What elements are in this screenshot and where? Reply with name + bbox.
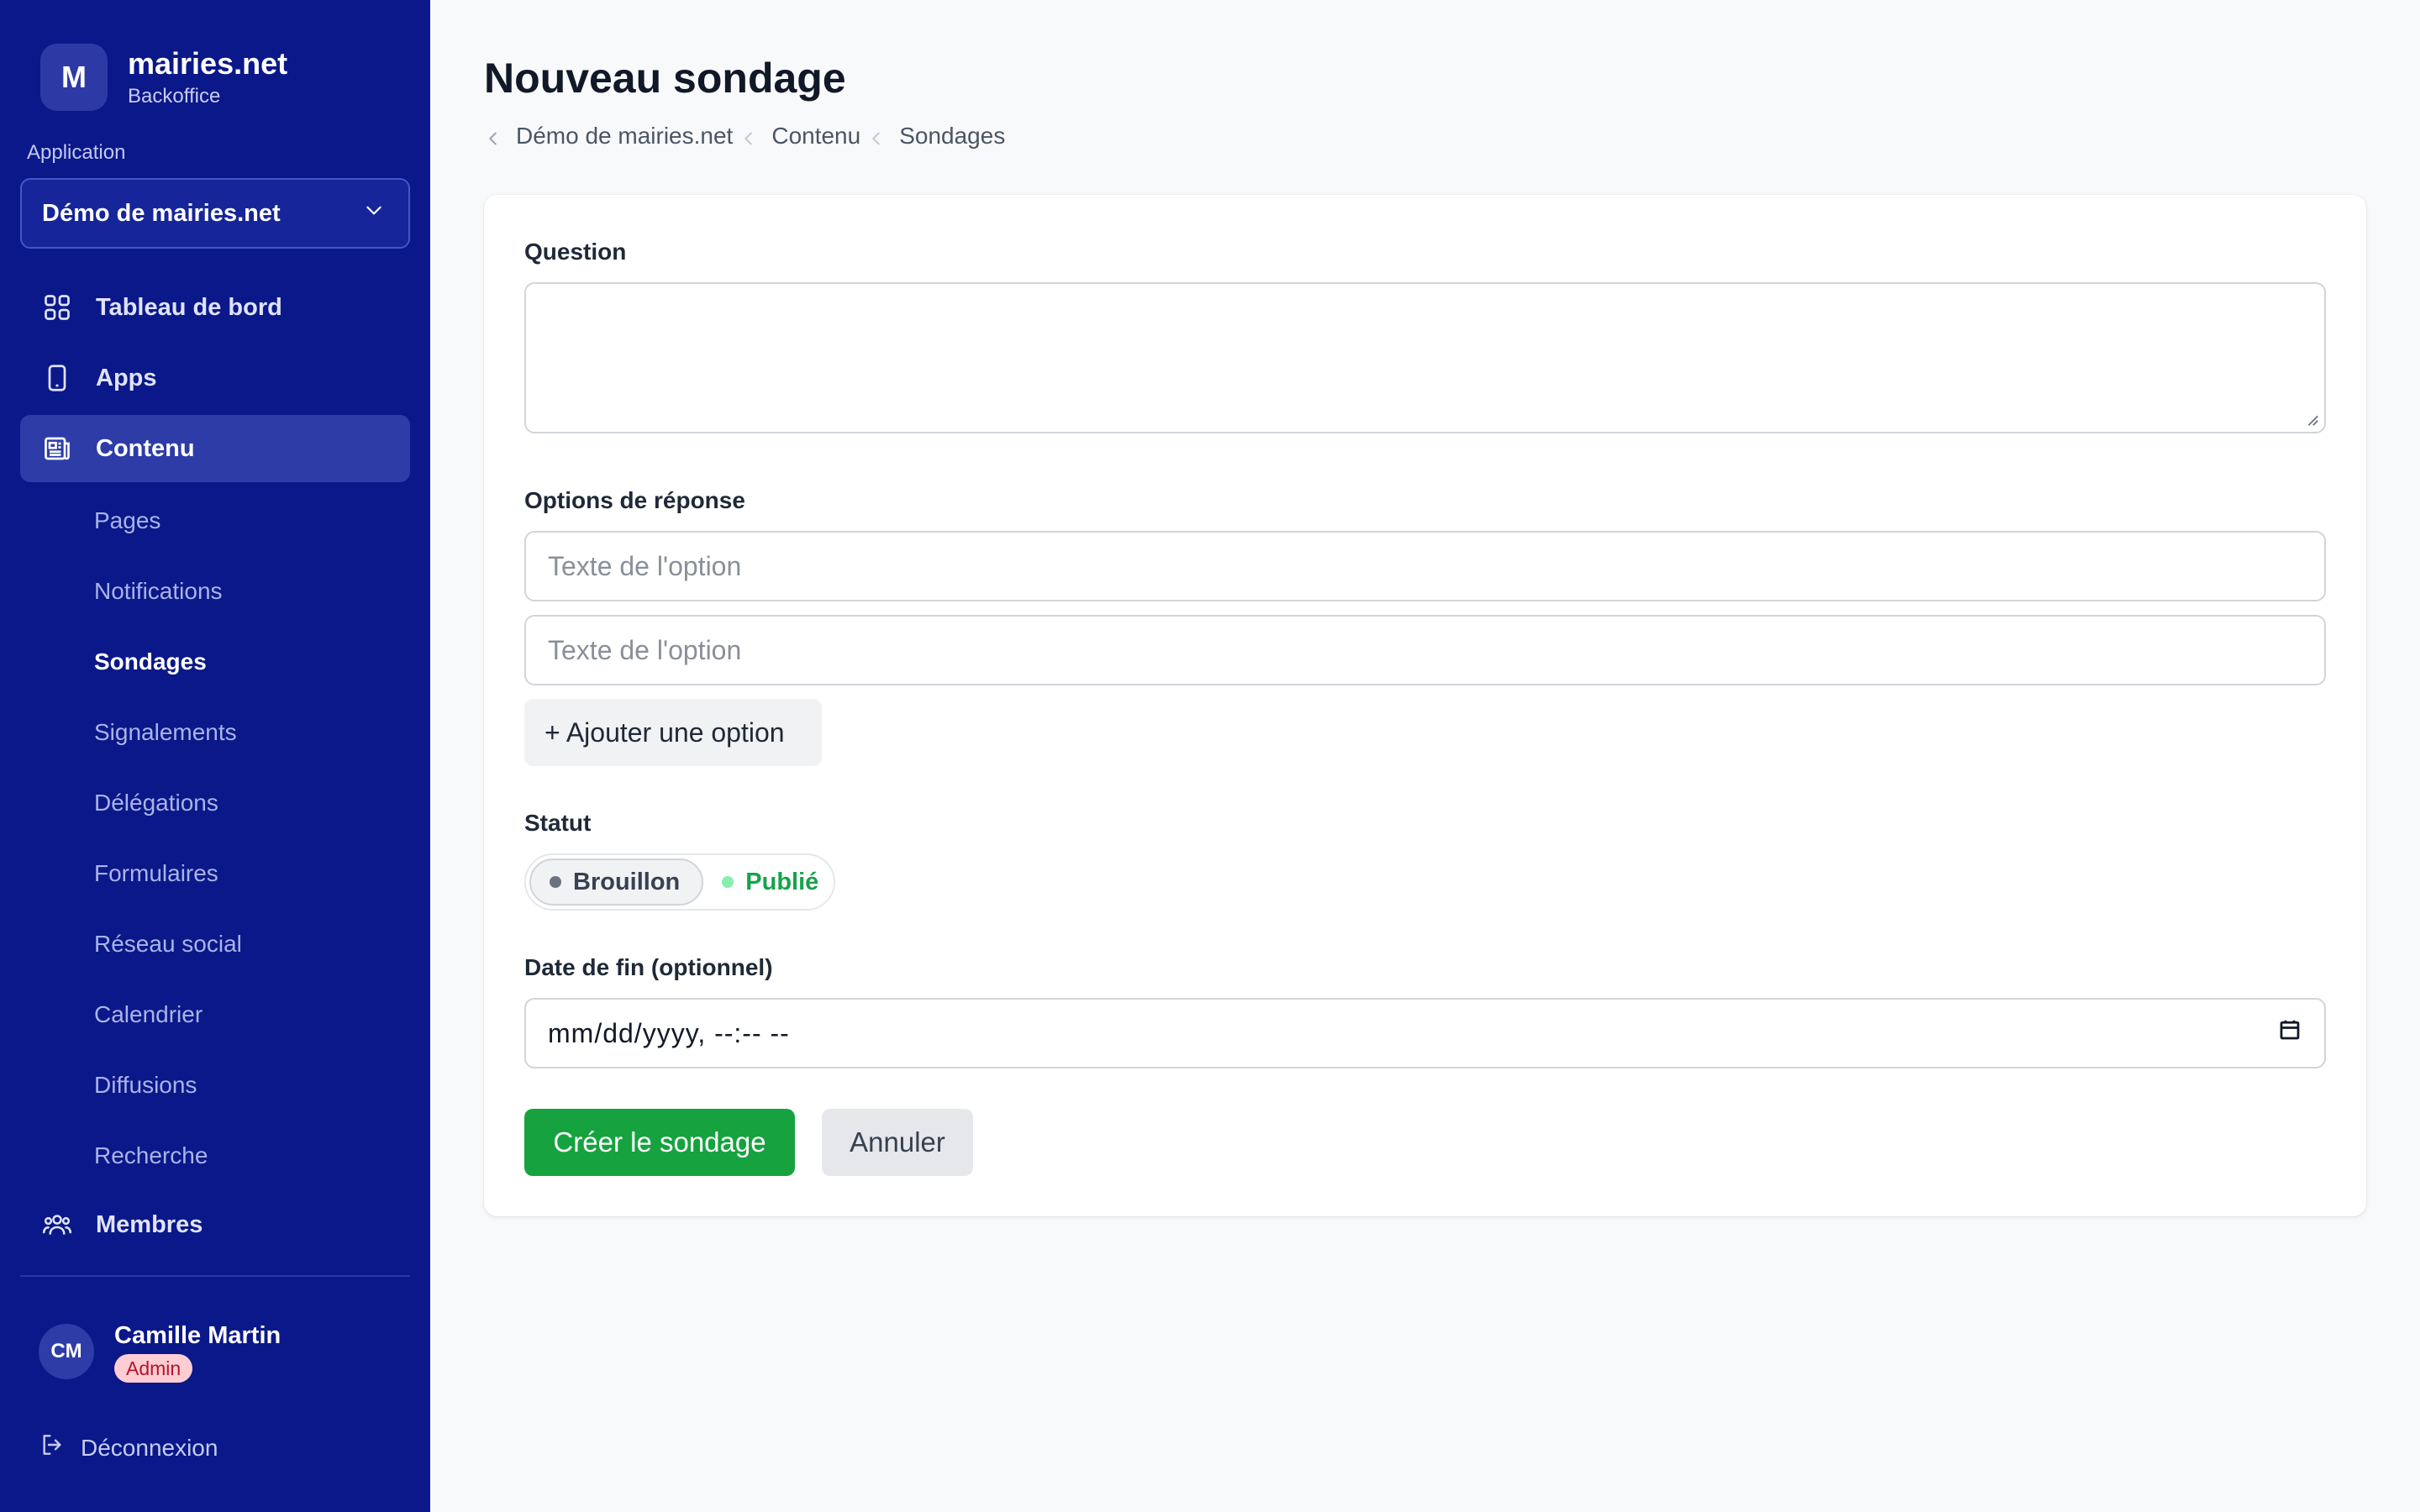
poll-form-card: Question Options de réponse Texte de l'o… [484, 195, 2366, 1216]
question-textarea[interactable] [524, 282, 2326, 433]
page-title: Nouveau sondage [484, 55, 846, 102]
sidebar-subitem-delegations[interactable]: Délégations [20, 768, 410, 838]
status-dot-icon [550, 876, 561, 888]
smartphone-icon [42, 363, 72, 393]
breadcrumb: Démo de mairies.net Contenu Sondages [484, 123, 1005, 150]
chevron-left-icon [867, 127, 886, 145]
chevron-left-icon [739, 127, 758, 145]
sidebar-subitem-broadcasts[interactable]: Diffusions [20, 1050, 410, 1121]
users-icon [42, 1210, 72, 1240]
application-select-value: Démo de mairies.net [42, 199, 281, 227]
sidebar-subitem-pages[interactable]: Pages [20, 486, 410, 556]
sidebar-item-members[interactable]: Membres [20, 1191, 410, 1258]
breadcrumb-item-content[interactable]: Contenu [771, 123, 860, 150]
cancel-button[interactable]: Annuler [822, 1109, 973, 1176]
chevron-left-icon [484, 127, 502, 145]
sidebar-item-label: Tableau de bord [96, 293, 282, 321]
breadcrumb-item-app[interactable]: Démo de mairies.net [516, 123, 733, 150]
user-name: Camille Martin [114, 1322, 281, 1349]
option-input-2[interactable]: Texte de l'option [524, 615, 2326, 685]
sidebar-nav: Tableau de bord Apps Contenu Pages Notif… [20, 274, 410, 1262]
application-label: Application [27, 141, 126, 164]
option-input-1[interactable]: Texte de l'option [524, 531, 2326, 601]
chevron-down-icon [363, 199, 385, 228]
logout-label: Déconnexion [81, 1434, 218, 1461]
newspaper-icon [42, 433, 72, 464]
grid-icon [42, 292, 72, 323]
brand-name: mairies.net [128, 46, 288, 81]
role-badge: Admin [114, 1354, 193, 1383]
logout-button[interactable]: Déconnexion [39, 1431, 218, 1464]
end-date-input[interactable]: mm/dd/yyyy, --:-- -- [524, 998, 2326, 1068]
brand-logo: M [40, 44, 108, 111]
add-option-button[interactable]: + Ajouter une option [524, 699, 822, 766]
status-label: Statut [524, 810, 592, 836]
question-label: Question [524, 239, 627, 265]
status-option-label: Brouillon [573, 868, 681, 895]
avatar: CM [39, 1324, 94, 1379]
logout-icon [39, 1431, 81, 1464]
status-option-published[interactable]: Publié [703, 858, 840, 906]
sidebar-subitem-notifications[interactable]: Notifications [20, 556, 410, 627]
sidebar-item-label: Membres [96, 1210, 203, 1238]
status-dot-icon [722, 876, 734, 888]
sidebar-subitem-search[interactable]: Recherche [20, 1121, 410, 1191]
option-input-placeholder: Texte de l'option [548, 634, 742, 665]
sidebar-item-apps[interactable]: Apps [20, 344, 410, 412]
sidebar: M mairies.net Backoffice Application Dém… [0, 0, 430, 1512]
sidebar-subitem-social-network[interactable]: Réseau social [20, 909, 410, 979]
user-profile[interactable]: CM Camille Martin Admin [39, 1320, 281, 1383]
end-date-label: Date de fin (optionnel) [524, 954, 773, 980]
sidebar-item-label: Contenu [96, 434, 195, 462]
end-date-value: mm/dd/yyyy, --:-- -- [548, 1017, 790, 1048]
resize-handle-icon[interactable] [2304, 412, 2319, 427]
sidebar-item-content[interactable]: Contenu [20, 415, 410, 482]
status-segmented-control: Brouillon Publié [524, 853, 835, 911]
sidebar-subitem-calendar[interactable]: Calendrier [20, 979, 410, 1050]
sidebar-item-dashboard[interactable]: Tableau de bord [20, 274, 410, 341]
sidebar-divider [20, 1275, 410, 1277]
sidebar-subitem-forms[interactable]: Formulaires [20, 838, 410, 909]
brand-subtitle: Backoffice [128, 85, 221, 108]
status-option-label: Publié [745, 868, 819, 895]
status-option-draft[interactable]: Brouillon [529, 858, 704, 906]
option-input-placeholder: Texte de l'option [548, 550, 742, 581]
brand[interactable]: M mairies.net Backoffice [40, 44, 287, 111]
breadcrumb-item-polls[interactable]: Sondages [899, 123, 1005, 150]
create-poll-button[interactable]: Créer le sondage [524, 1109, 795, 1176]
sidebar-subitem-reports[interactable]: Signalements [20, 697, 410, 768]
calendar-icon[interactable] [2277, 1017, 2302, 1049]
sidebar-item-label: Apps [96, 364, 157, 391]
application-select[interactable]: Démo de mairies.net [20, 178, 410, 249]
answer-options-label: Options de réponse [524, 487, 745, 513]
sidebar-subitem-polls[interactable]: Sondages [20, 627, 410, 697]
